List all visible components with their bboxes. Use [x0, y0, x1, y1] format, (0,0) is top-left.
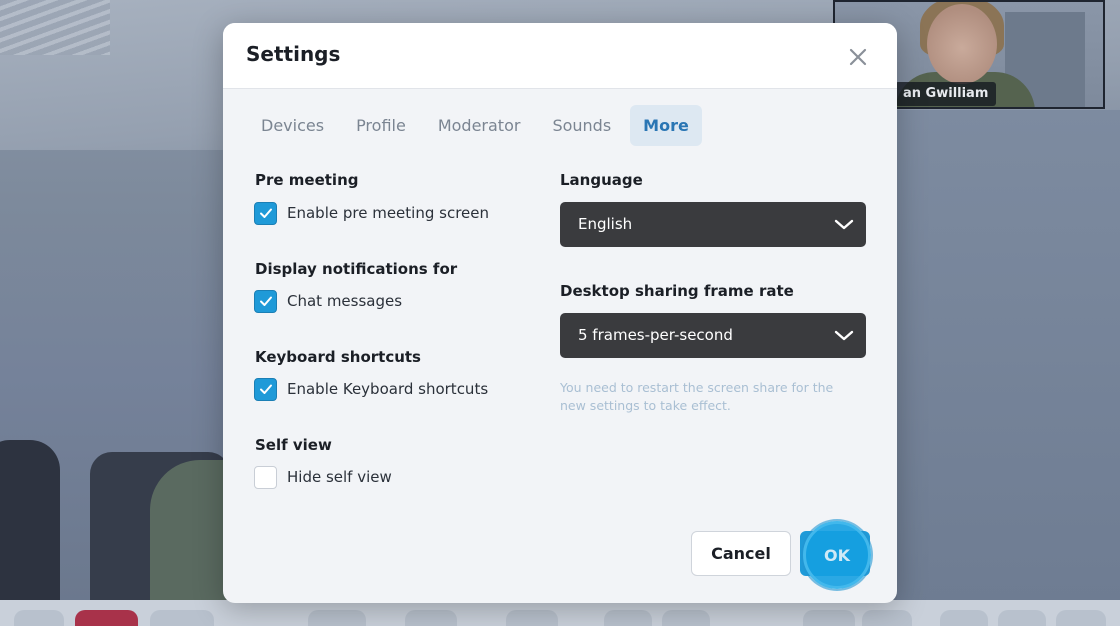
frame-rate-heading: Desktop sharing frame rate [560, 282, 794, 300]
toolbar-button[interactable] [604, 610, 652, 626]
ok-button-click-highlight[interactable]: OK [803, 521, 871, 589]
checkmark-icon [259, 296, 272, 306]
hide-self-view-label: Hide self view [287, 468, 392, 486]
language-select-value: English [578, 215, 633, 233]
checkmark-icon [259, 384, 272, 394]
settings-tabs: Devices Profile Moderator Sounds More [248, 105, 708, 146]
close-button[interactable] [842, 41, 874, 73]
settings-dialog: Settings Devices Profile Moderator Sound… [223, 23, 897, 603]
notifications-heading: Display notifications for [255, 260, 458, 278]
tab-sounds[interactable]: Sounds [539, 105, 624, 146]
frame-rate-select-value: 5 frames-per-second [578, 326, 733, 344]
toolbar-button[interactable] [308, 610, 366, 626]
pre-meeting-heading: Pre meeting [255, 171, 359, 189]
tab-devices[interactable]: Devices [248, 105, 337, 146]
tab-more[interactable]: More [630, 105, 702, 146]
ceiling-vent [0, 0, 110, 55]
participant-name-label: an Gwilliam [895, 82, 997, 106]
toolbar-button[interactable] [405, 610, 457, 626]
keyboard-shortcuts-label: Enable Keyboard shortcuts [287, 380, 489, 398]
chair [0, 440, 60, 610]
pre-meeting-label: Enable pre meeting screen [287, 204, 489, 222]
close-icon [849, 48, 867, 66]
chat-messages-checkbox[interactable] [254, 289, 277, 313]
participant-face [927, 4, 997, 84]
frame-rate-select[interactable]: 5 frames-per-second [560, 313, 866, 358]
chevron-down-icon [834, 219, 854, 230]
hide-self-view-checkbox[interactable] [254, 465, 277, 489]
toolbar-button[interactable] [150, 610, 214, 626]
pre-meeting-checkbox-row[interactable]: Enable pre meeting screen [254, 201, 489, 225]
toolbar-button[interactable] [998, 610, 1046, 626]
ok-button-label: OK [824, 545, 850, 565]
toolbar-button[interactable] [75, 610, 138, 626]
toolbar-button[interactable] [506, 610, 558, 626]
chevron-down-icon [834, 330, 854, 341]
toolbar-button[interactable] [1056, 610, 1106, 626]
keyboard-shortcuts-heading: Keyboard shortcuts [255, 348, 421, 366]
language-select[interactable]: English [560, 202, 866, 247]
toolbar-button[interactable] [14, 610, 64, 626]
checkmark-icon [259, 208, 272, 218]
frame-rate-hint: You need to restart the screen share for… [560, 380, 834, 413]
toolbar-button[interactable] [803, 610, 855, 626]
chat-messages-label: Chat messages [287, 292, 403, 310]
cancel-button[interactable]: Cancel [691, 531, 791, 576]
self-view-heading: Self view [255, 436, 332, 454]
dialog-title: Settings [246, 42, 341, 66]
keyboard-shortcuts-checkbox[interactable] [254, 377, 277, 401]
toolbar-button[interactable] [940, 610, 988, 626]
pre-meeting-checkbox[interactable] [254, 201, 277, 225]
chat-messages-checkbox-row[interactable]: Chat messages [254, 289, 402, 313]
dialog-header: Settings [223, 23, 897, 89]
language-heading: Language [560, 171, 643, 189]
hide-self-view-checkbox-row[interactable]: Hide self view [254, 465, 392, 489]
tab-moderator[interactable]: Moderator [425, 105, 534, 146]
tab-profile[interactable]: Profile [343, 105, 419, 146]
wall [897, 110, 1120, 610]
keyboard-shortcuts-checkbox-row[interactable]: Enable Keyboard shortcuts [254, 377, 488, 401]
toolbar-button[interactable] [862, 610, 912, 626]
toolbar-button[interactable] [662, 610, 710, 626]
